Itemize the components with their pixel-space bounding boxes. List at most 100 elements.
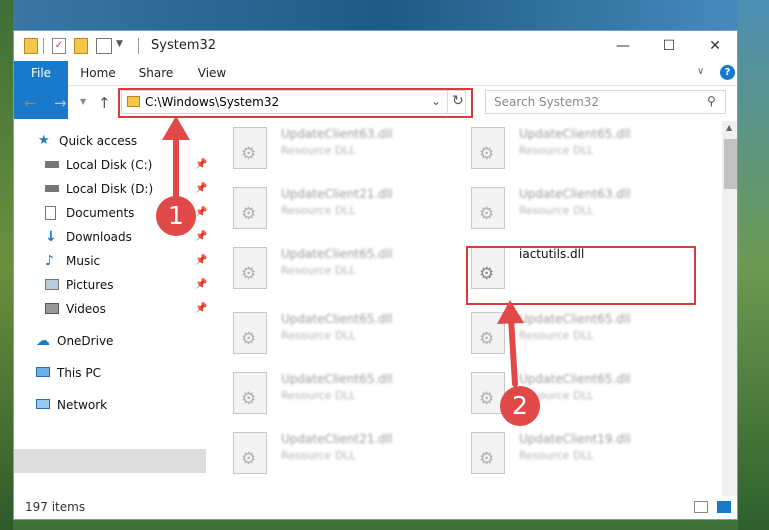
file-item[interactable]: UpdateClient65.dll Resource DLL (457, 121, 682, 179)
file-item[interactable]: UpdateClient65.dll Resource DLL (457, 306, 682, 364)
file-highlight (466, 246, 696, 305)
file-type: Resource DLL (281, 144, 356, 157)
dll-file-icon (233, 312, 267, 354)
file-item[interactable]: UpdateClient65.dll Resource DLL (219, 241, 444, 299)
quick-access-customize-icon[interactable] (96, 38, 112, 54)
drive-icon (45, 185, 59, 192)
pin-icon[interactable]: 📌 (195, 273, 207, 297)
sidebar-item-pictures[interactable]: Pictures 📌 (45, 273, 210, 297)
music-note-icon: ♪ (45, 253, 54, 269)
dll-file-icon (233, 247, 267, 289)
vertical-scrollbar[interactable]: ▲ (722, 121, 737, 496)
file-item[interactable]: UpdateClient63.dll Resource DLL (457, 181, 682, 239)
folder-icon (24, 38, 38, 54)
file-name: UpdateClient21.dll (281, 432, 393, 446)
file-item[interactable]: UpdateClient65.dll Resource DLL (457, 366, 682, 424)
divider (138, 38, 139, 54)
file-type: Resource DLL (519, 204, 594, 217)
pin-icon[interactable]: 📌 (195, 249, 207, 273)
details-view-icon[interactable] (694, 501, 708, 513)
close-button[interactable]: ✕ (692, 31, 737, 61)
file-type: Resource DLL (519, 144, 594, 157)
navigation-pane: ★ Quick access Local Disk (C:) 📌 Local D… (14, 121, 207, 473)
desktop-wallpaper-left (0, 0, 13, 530)
recent-locations-chevron-icon[interactable]: ▼ (80, 97, 86, 106)
file-name: UpdateClient65.dll (281, 247, 393, 261)
file-name: UpdateClient19.dll (519, 432, 631, 446)
step-2-badge: 2 (500, 386, 540, 426)
window-title: System32 (151, 38, 217, 53)
file-type: Resource DLL (519, 329, 594, 342)
tab-view[interactable]: View (192, 61, 232, 85)
file-list: UpdateClient63.dll Resource DLL UpdateCl… (219, 121, 722, 491)
up-arrow-icon[interactable]: ↑ (98, 94, 111, 112)
tab-home[interactable]: Home (77, 61, 119, 85)
computer-icon (36, 367, 50, 377)
dll-file-icon (471, 312, 505, 354)
file-name: UpdateClient65.dll (281, 312, 393, 326)
file-type: Resource DLL (519, 449, 594, 462)
dll-file-icon (233, 432, 267, 474)
divider (43, 38, 44, 54)
document-icon (45, 206, 56, 220)
file-type: Resource DLL (281, 449, 356, 462)
file-name: UpdateClient21.dll (281, 187, 393, 201)
file-item[interactable]: UpdateClient19.dll Resource DLL (457, 426, 682, 484)
properties-icon[interactable]: ✓ (52, 38, 66, 54)
file-name: UpdateClient65.dll (519, 127, 631, 141)
desktop-wallpaper-right (738, 0, 769, 530)
search-icon[interactable]: ⚲ (707, 94, 716, 108)
download-arrow-icon: ↓ (45, 229, 57, 245)
dll-file-icon (471, 187, 505, 229)
pin-icon[interactable]: 📌 (195, 225, 207, 249)
pin-icon[interactable]: 📌 (195, 177, 207, 201)
new-folder-icon[interactable] (74, 38, 88, 54)
title-bar: ✓ ▼ System32 — ☐ ✕ (14, 31, 737, 61)
cloud-icon: ☁ (36, 333, 50, 349)
pin-icon[interactable]: 📌 (195, 297, 207, 321)
network-icon (36, 399, 50, 409)
back-arrow-icon[interactable]: ← (24, 94, 37, 112)
sidebar-item-local-disk-c[interactable]: Local Disk (C:) 📌 (45, 153, 210, 177)
large-icons-view-icon[interactable] (717, 501, 731, 513)
file-item[interactable]: UpdateClient21.dll Resource DLL (219, 181, 444, 239)
file-type: Resource DLL (281, 264, 356, 277)
selection-highlight (14, 449, 206, 473)
file-type: Resource DLL (281, 389, 356, 402)
forward-arrow-icon[interactable]: → (54, 94, 67, 112)
file-item[interactable]: UpdateClient63.dll Resource DLL (219, 121, 444, 179)
star-icon: ★ (38, 133, 50, 148)
address-bar-highlight (118, 88, 473, 118)
chevron-down-icon[interactable]: ∨ (697, 66, 704, 77)
scroll-up-icon[interactable]: ▲ (726, 123, 732, 132)
file-name: UpdateClient65.dll (519, 372, 631, 386)
search-input[interactable]: Search System32 ⚲ (485, 90, 726, 114)
search-placeholder: Search System32 (494, 95, 600, 109)
sidebar-item-videos[interactable]: Videos 📌 (45, 297, 210, 321)
file-name: UpdateClient63.dll (519, 187, 631, 201)
dll-file-icon (233, 372, 267, 414)
help-icon[interactable]: ? (720, 65, 735, 80)
maximize-button[interactable]: ☐ (646, 31, 692, 61)
desktop-wallpaper-top (0, 0, 769, 30)
minimize-button[interactable]: — (600, 31, 646, 61)
sidebar-item-music[interactable]: ♪ Music 📌 (45, 249, 210, 273)
chevron-down-icon[interactable]: ▼ (116, 39, 123, 55)
drive-icon (45, 161, 59, 168)
scrollbar-thumb[interactable] (724, 139, 737, 189)
picture-icon (45, 279, 59, 290)
file-item[interactable]: UpdateClient65.dll Resource DLL (219, 306, 444, 364)
dll-file-icon (471, 127, 505, 169)
file-name: UpdateClient65.dll (281, 372, 393, 386)
item-count: 197 items (25, 500, 86, 514)
file-item[interactable]: UpdateClient65.dll Resource DLL (219, 366, 444, 424)
dll-file-icon (471, 432, 505, 474)
tab-share[interactable]: Share (134, 61, 178, 85)
file-name: UpdateClient65.dll (519, 312, 631, 326)
file-type: Resource DLL (281, 204, 356, 217)
file-item[interactable]: UpdateClient21.dll Resource DLL (219, 426, 444, 484)
pin-icon[interactable]: 📌 (195, 153, 207, 177)
ribbon: File Home Share View ∨ ? (14, 61, 737, 119)
video-icon (45, 303, 59, 314)
pin-icon[interactable]: 📌 (195, 201, 207, 225)
